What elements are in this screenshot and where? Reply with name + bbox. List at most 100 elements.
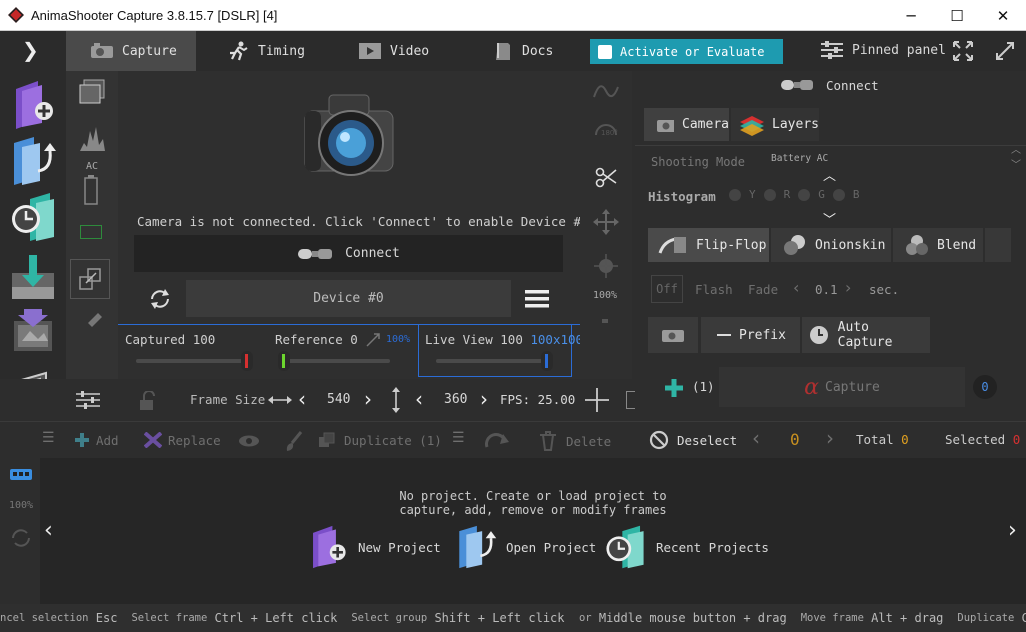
adjust-icon[interactable] [75,390,101,410]
scissors-icon[interactable] [594,165,618,189]
height-increase-button[interactable]: › [480,387,488,411]
fade-increase-button[interactable]: › [845,278,851,297]
zoom-fit-icon[interactable] [78,267,102,291]
duplicate-frame-button[interactable]: Duplicate (1) [318,432,442,448]
scroll-arrows[interactable]: ︿ ﹀ [1011,141,1021,171]
height-decrease-button[interactable]: ‹ [415,387,423,411]
tab-capture[interactable]: Capture [66,31,196,71]
frames-stack-icon[interactable] [78,79,106,105]
channel-r-radio[interactable] [763,188,776,201]
zoom-move-icon[interactable] [593,253,619,279]
add-frame-button[interactable]: Add [74,432,119,448]
open-project-button[interactable]: Open Project [454,524,596,570]
minimize-button[interactable]: ─ [888,0,934,31]
panel-connect-button[interactable]: Connect [780,77,879,93]
expand-sidebar-button[interactable]: ❯ [22,38,39,62]
tab-docs[interactable]: Docs [470,31,586,71]
tab-video[interactable]: Video [334,31,464,71]
delete-label: Delete [566,433,612,449]
fade-decrease-button[interactable]: ‹ [793,278,799,297]
device-selector[interactable]: Device #0 [186,280,511,317]
import-icon[interactable] [8,251,58,303]
channel-y-radio[interactable] [729,188,741,201]
pinned-panel-button[interactable]: Pinned panel [820,41,946,59]
flip-flop-button[interactable]: Flip-Flop [648,228,769,262]
eraser-icon[interactable] [84,307,104,327]
prev-frame-button[interactable]: ‹ [752,426,760,450]
recent-projects-button[interactable]: Recent Projects [602,524,769,570]
fullscreen-icon[interactable] [995,41,1015,61]
fps-display[interactable]: FPS: 25.00 [500,392,575,407]
loop-icon[interactable] [9,526,33,550]
recent-projects-icon[interactable] [8,191,58,243]
prev-mode-arrow[interactable]: ︿ [823,165,836,184]
histogram-icon[interactable] [78,123,106,153]
liveview-slider-label: Live View 100 100x100 [425,332,584,347]
next-mode-arrow[interactable]: ﹀ [823,209,836,228]
new-project-button[interactable]: New Project [306,524,441,570]
timeline-next-button[interactable]: › [1008,518,1017,543]
capture-label: Capture [825,379,880,395]
capture-button[interactable]: α Capture [719,367,965,407]
export-icon[interactable] [8,307,58,359]
connect-button[interactable]: Connect [134,235,563,272]
right-panel: Connect Camera Layers Shooting Mode Batt… [635,71,1026,421]
deselect-button[interactable]: Deselect [649,430,737,450]
open-project-icon[interactable] [8,135,58,187]
ac-label: AC [86,161,99,172]
tab-camera[interactable]: Camera [644,108,729,141]
dslr-camera-icon [304,94,394,176]
delete-frame-button[interactable]: Delete [538,431,611,451]
crosshair-icon[interactable] [584,387,610,413]
flash-off-toggle[interactable]: Off [651,275,683,303]
blend-button[interactable]: Blend [893,228,983,262]
menu-icon[interactable] [524,288,550,310]
liveview-slider-thumb[interactable] [540,351,553,371]
refresh-icon[interactable] [147,286,173,312]
channel-g-radio[interactable] [798,188,811,201]
frame-guide-icon[interactable] [80,225,102,239]
brush-icon[interactable] [284,430,304,452]
flip-flop-label: Flip-Flop [696,237,767,253]
left-project-strip [0,71,66,421]
connection-message: Camera is not connected. Click 'Connect'… [137,214,589,229]
height-icon [392,387,400,413]
camera-icon [662,330,684,342]
reverse-icon[interactable] [484,432,510,450]
captured-slider-thumb[interactable] [240,351,253,371]
replace-frame-button[interactable]: Replace [144,432,221,448]
reference-slider-thumb[interactable] [277,351,290,371]
liveview-slider-track[interactable] [436,359,548,363]
filmstrip-icon[interactable] [9,467,33,483]
plus-icon [75,433,89,447]
new-project-icon[interactable] [8,79,58,131]
rotate-180-icon[interactable]: 180° [592,119,620,143]
timeline-prev-button[interactable]: ‹ [44,518,53,543]
path-icon[interactable] [592,79,620,101]
camera-settings-button[interactable] [648,317,698,353]
tab-layers[interactable]: Layers [731,108,819,141]
captured-slider-track[interactable] [136,359,248,363]
close-button[interactable]: ✕ [980,0,1026,31]
activate-button[interactable]: Activate or Evaluate [590,39,783,64]
group-icon[interactable]: ☰ [452,430,465,446]
onionskin-button[interactable]: Onionskin [771,228,891,262]
reference-slider-track[interactable] [278,359,390,363]
width-decrease-button[interactable]: ‹ [298,387,306,411]
fit-screen-icon[interactable] [953,41,973,61]
tab-timing[interactable]: Timing [202,31,332,71]
trash-icon [540,431,556,451]
list-icon[interactable]: ☰ [42,430,55,446]
move-icon[interactable] [593,209,619,235]
eye-icon[interactable] [238,434,260,448]
channel-b-radio[interactable] [832,188,845,201]
maximize-button[interactable]: ☐ [934,0,980,31]
svg-text:180°: 180° [601,129,618,137]
next-frame-button[interactable]: › [826,426,834,450]
prefix-button[interactable]: Prefix [701,317,800,353]
width-increase-button[interactable]: › [364,387,372,411]
add-plus-icon[interactable] [663,377,685,399]
auto-capture-button[interactable]: Auto Capture [802,317,930,353]
lock-open-icon[interactable] [138,391,158,411]
link-icon[interactable] [365,332,381,348]
